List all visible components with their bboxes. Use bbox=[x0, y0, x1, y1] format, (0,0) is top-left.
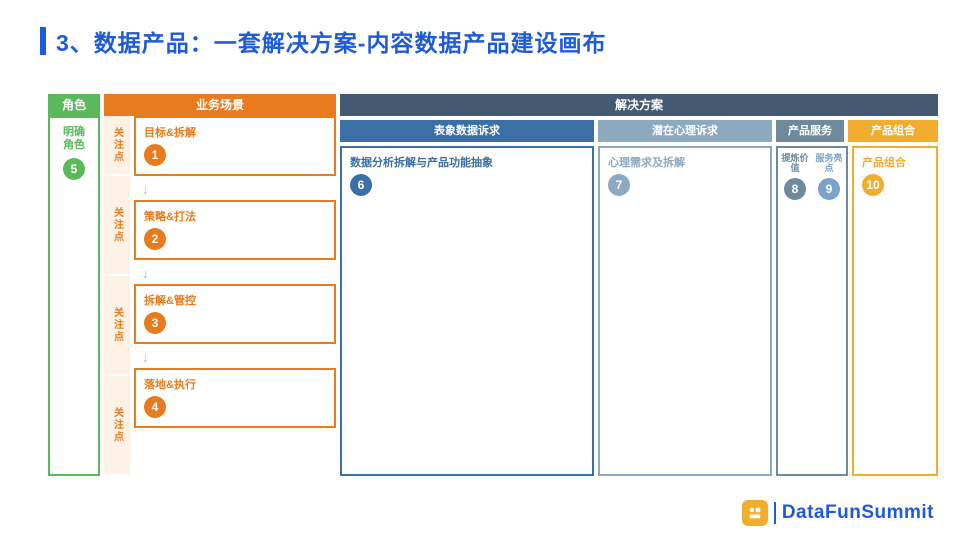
subheader-product-service: 产品服务 bbox=[776, 120, 844, 142]
scenario-card-1: 目标&拆解 1 bbox=[134, 116, 336, 176]
scenario-items: 目标&拆解 1 ↓ 策略&打法 2 ↓ 拆解&管控 3 ↓ 落地&执行 4 bbox=[134, 116, 336, 476]
box-title-b: 心理需求及拆解 bbox=[608, 154, 762, 170]
scenario-body: 关注点 关注点 关注点 关注点 目标&拆解 1 ↓ 策略&打法 2 ↓ 拆解&管… bbox=[104, 116, 336, 476]
scenario-card-3: 拆解&管控 3 bbox=[134, 284, 336, 344]
box-data-need: 数据分析拆解与产品功能抽象 6 bbox=[340, 146, 594, 476]
arrow-down-icon: ↓ bbox=[134, 266, 336, 280]
slide-title: 3、数据产品：一套解决方案-内容数据产品建设画布 bbox=[56, 24, 606, 58]
column-role: 角色 明确 角色 5 bbox=[48, 94, 100, 476]
scenario-card-4: 落地&执行 4 bbox=[134, 368, 336, 428]
canvas-diagram: 角色 明确 角色 5 业务场景 关注点 关注点 关注点 关注点 目标&拆解 1 … bbox=[48, 94, 938, 476]
focus-cell-2: 关注点 bbox=[104, 176, 130, 276]
scenario-title-2: 策略&打法 bbox=[144, 208, 326, 224]
brand-separator bbox=[774, 502, 776, 524]
header-role: 角色 bbox=[48, 94, 100, 116]
badge-6: 6 bbox=[350, 174, 372, 196]
box-title-a: 数据分析拆解与产品功能抽象 bbox=[350, 154, 584, 170]
badge-5: 5 bbox=[63, 158, 85, 180]
arrow-down-icon: ↓ bbox=[134, 182, 336, 196]
badge-2: 2 bbox=[144, 228, 166, 250]
mini-label-highlight: 服务亮点 bbox=[814, 154, 844, 174]
mini-col-value: 提炼价值 8 bbox=[780, 154, 810, 200]
badge-3: 3 bbox=[144, 312, 166, 334]
brand-footer: DataFunSummit bbox=[742, 500, 934, 526]
subheader-product-combo: 产品组合 bbox=[848, 120, 938, 142]
brand-text: DataFunSummit bbox=[782, 502, 934, 524]
scenario-title-3: 拆解&管控 bbox=[144, 292, 326, 308]
badge-7: 7 bbox=[608, 174, 630, 196]
focus-strip: 关注点 关注点 关注点 关注点 bbox=[104, 116, 130, 476]
badge-8: 8 bbox=[784, 178, 806, 200]
title-accent bbox=[40, 27, 46, 55]
subheader-data-need: 表象数据诉求 bbox=[340, 120, 594, 142]
box-psych-need: 心理需求及拆解 7 bbox=[598, 146, 772, 476]
scenario-card-2: 策略&打法 2 bbox=[134, 200, 336, 260]
brand-icon bbox=[742, 500, 768, 526]
arrow-down-icon: ↓ bbox=[134, 350, 336, 364]
badge-9: 9 bbox=[818, 178, 840, 200]
box-product-service: 提炼价值 8 服务亮点 9 bbox=[776, 146, 848, 476]
mini-col-highlight: 服务亮点 9 bbox=[814, 154, 844, 200]
badge-10: 10 bbox=[862, 174, 884, 196]
focus-cell-1: 关注点 bbox=[104, 116, 130, 176]
mini-label-value: 提炼价值 bbox=[780, 154, 810, 174]
scenario-title-4: 落地&执行 bbox=[144, 376, 326, 392]
solution-subheaders: 表象数据诉求 潜在心理诉求 产品服务 产品组合 bbox=[340, 120, 938, 142]
badge-1: 1 bbox=[144, 144, 166, 166]
role-label: 明确 角色 bbox=[63, 126, 85, 152]
focus-cell-3: 关注点 bbox=[104, 276, 130, 376]
solution-body: 数据分析拆解与产品功能抽象 6 心理需求及拆解 7 提炼价值 8 服务亮点 bbox=[340, 146, 938, 476]
slide-title-bar: 3、数据产品：一套解决方案-内容数据产品建设画布 bbox=[0, 0, 960, 58]
header-solution: 解决方案 bbox=[340, 94, 938, 116]
box-product-combo: 产品组合 10 bbox=[852, 146, 938, 476]
box-title-d: 产品组合 bbox=[862, 154, 928, 170]
role-body: 明确 角色 5 bbox=[48, 116, 100, 476]
subheader-psych-need: 潜在心理诉求 bbox=[598, 120, 772, 142]
column-scenario: 业务场景 关注点 关注点 关注点 关注点 目标&拆解 1 ↓ 策略&打法 2 ↓ bbox=[104, 94, 336, 476]
badge-4: 4 bbox=[144, 396, 166, 418]
column-solution: 解决方案 表象数据诉求 潜在心理诉求 产品服务 产品组合 数据分析拆解与产品功能… bbox=[340, 94, 938, 476]
focus-cell-4: 关注点 bbox=[104, 376, 130, 476]
header-scenario: 业务场景 bbox=[104, 94, 336, 116]
scenario-title-1: 目标&拆解 bbox=[144, 124, 326, 140]
